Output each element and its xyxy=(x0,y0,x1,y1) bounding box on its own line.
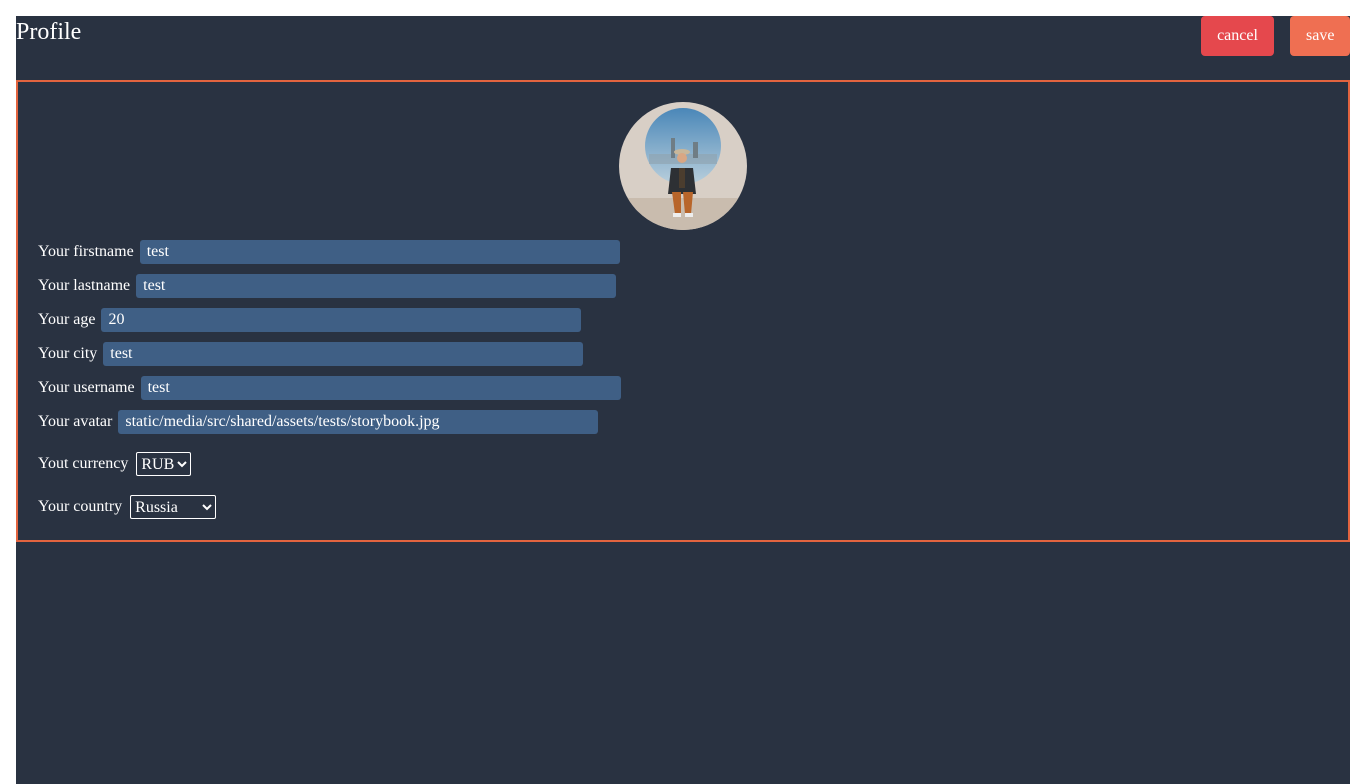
avatar-label: Your avatar xyxy=(38,413,113,430)
lastname-input[interactable] xyxy=(136,274,617,298)
city-label: Your city xyxy=(38,345,98,362)
country-row: Your country Russia xyxy=(38,495,217,519)
age-row: Your age xyxy=(38,308,582,332)
currency-select[interactable]: RUB xyxy=(136,452,192,476)
city-row: Your city xyxy=(38,342,584,366)
country-select[interactable]: Russia xyxy=(130,495,217,519)
username-input[interactable] xyxy=(140,376,621,400)
age-input[interactable] xyxy=(101,308,582,332)
save-button[interactable]: save xyxy=(1290,16,1350,56)
city-input[interactable] xyxy=(103,342,584,366)
currency-row: Yout currency RUB xyxy=(38,452,192,476)
page-header: Profile cancel save xyxy=(16,16,1350,80)
age-label: Your age xyxy=(38,311,96,328)
currency-label: Yout currency xyxy=(38,455,129,472)
profile-card: Your firstname Your lastname Your age Yo… xyxy=(16,80,1350,542)
firstname-row: Your firstname xyxy=(38,240,620,264)
page-title: Profile xyxy=(16,19,82,45)
avatar xyxy=(619,102,747,230)
firstname-input[interactable] xyxy=(139,240,620,264)
avatar-row: Your avatar xyxy=(38,410,599,434)
country-label: Your country xyxy=(38,498,123,515)
lastname-row: Your lastname xyxy=(38,274,617,298)
username-label: Your username xyxy=(38,379,135,396)
avatar-input[interactable] xyxy=(118,410,599,434)
firstname-label: Your firstname xyxy=(38,243,134,260)
cancel-button[interactable]: cancel xyxy=(1201,16,1274,56)
avatar-image xyxy=(619,102,747,230)
profile-page: Profile cancel save Your firstname test … xyxy=(16,16,1350,784)
username-row: Your username xyxy=(38,376,621,400)
lastname-label: Your lastname xyxy=(38,277,131,294)
